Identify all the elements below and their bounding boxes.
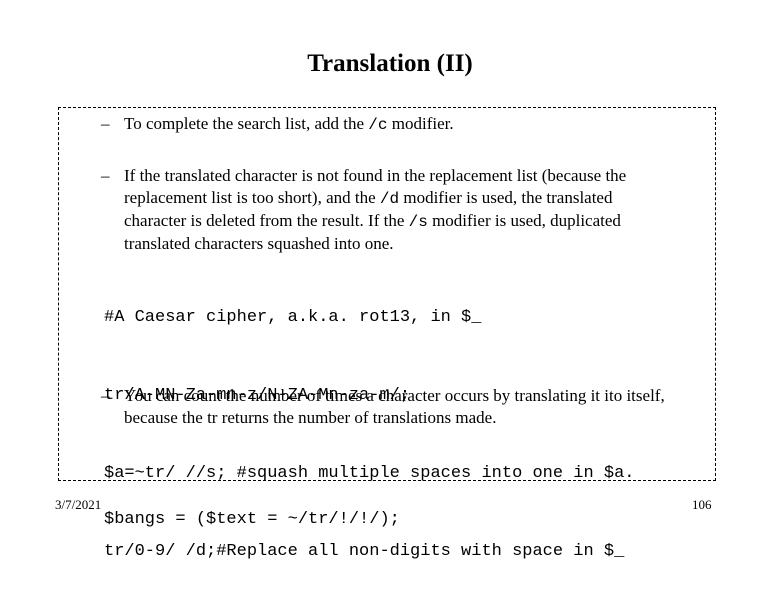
bullet-dash: – <box>101 386 110 405</box>
code-line: $bangs = ($text = ~/tr/!/!/); <box>104 510 400 529</box>
bullet-3: – You can count the number of times a ch… <box>101 385 711 429</box>
bullet-2: – If the translated character is not fou… <box>101 165 671 255</box>
text-run: You can count the number of times a char… <box>124 386 665 427</box>
bullet-text: To complete the search list, add the /c … <box>124 113 701 136</box>
code-line: #A Caesar cipher, a.k.a. rot13, in $_ <box>104 308 482 327</box>
text-run: modifier. <box>387 114 454 133</box>
bullet-1: – To complete the search list, add the /… <box>101 113 701 136</box>
code-run: /s <box>408 213 428 231</box>
code-run: /d <box>379 190 400 208</box>
slide-title: Translation (II) <box>307 50 473 77</box>
bullet-dash: – <box>101 166 110 185</box>
bullet-text: If the translated character is not found… <box>124 165 671 255</box>
footer-page-number: 106 <box>692 497 712 512</box>
code-run: /c <box>368 116 388 134</box>
footer-date: 3/7/2021 <box>55 497 102 512</box>
code-block-bangs: $bangs = ($text = ~/tr/!/!/); <box>104 455 400 559</box>
text-run: To complete the search list, add the <box>124 114 369 133</box>
bullet-dash: – <box>101 114 110 133</box>
bullet-text: You can count the number of times a char… <box>124 385 711 429</box>
